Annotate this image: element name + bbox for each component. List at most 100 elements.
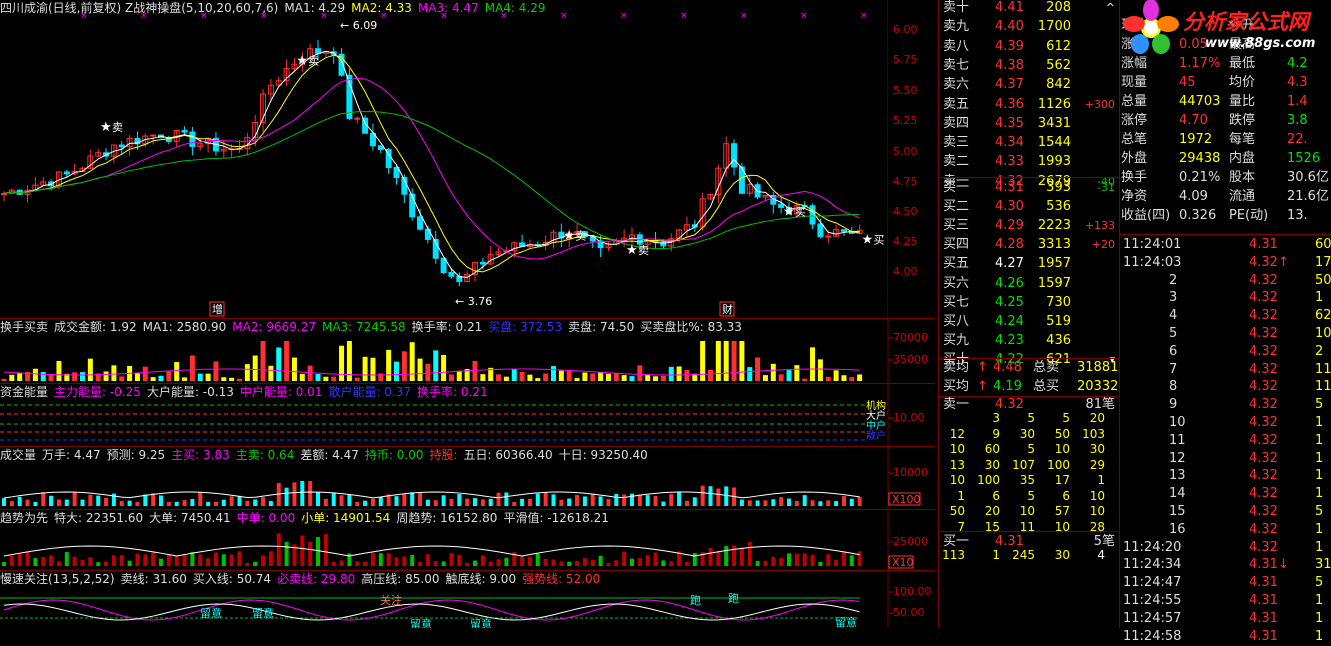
- quote-value: 1972: [1179, 132, 1213, 147]
- ask-row[interactable]: 卖三 4.34 1544: [941, 133, 1117, 152]
- volume-bar: [669, 494, 674, 506]
- trend-bar: [818, 561, 823, 566]
- level-label: 卖九: [943, 19, 970, 35]
- bid-row[interactable]: 买四 4.28 3313 +20: [941, 235, 1117, 254]
- trend-bar: [111, 555, 116, 566]
- queue-cell: 3: [992, 411, 1000, 425]
- ask-row[interactable]: 卖二 4.33 1993: [941, 152, 1117, 171]
- quote-value: 0.21%: [1179, 170, 1221, 185]
- trend-bar: [622, 551, 627, 566]
- turnover-bar: [276, 347, 282, 381]
- ask-row[interactable]: 卖六 4.37 842: [941, 75, 1117, 94]
- tick-price: 4.32: [1249, 343, 1278, 359]
- tick-row: 3 4.32 1: [1121, 289, 1331, 307]
- trend-bar: [418, 561, 423, 566]
- bid-row[interactable]: 买二 4.30 536: [941, 197, 1117, 216]
- quote-label: 总笔: [1121, 132, 1148, 147]
- bid-row[interactable]: 买一 4.31 393 -31: [941, 178, 1117, 197]
- volume-bar: [268, 501, 273, 506]
- tick-price: 4.31: [1249, 237, 1278, 252]
- bid-row[interactable]: 买六 4.26 1597: [941, 274, 1117, 293]
- volume-bar: [370, 498, 375, 506]
- tick-volume: 1: [1315, 450, 1324, 466]
- tick-row: 11:24:01 4.31 60: [1121, 236, 1331, 254]
- turnover-bar: [645, 374, 651, 381]
- ask-row[interactable]: 卖八 4.39 612: [941, 37, 1117, 56]
- volume-bar: [622, 494, 627, 506]
- volume-bar: [64, 499, 69, 506]
- turnover-bar: [331, 376, 337, 381]
- level-price: 4.27: [995, 256, 1024, 272]
- tick-row: 13 4.32 1: [1121, 467, 1331, 485]
- volume-bar: [653, 496, 658, 506]
- trend-bar: [386, 553, 391, 566]
- trend-bar: [182, 553, 187, 566]
- queue-cell: 1: [957, 488, 965, 503]
- ask-row[interactable]: 卖九 4.40 1700: [941, 17, 1117, 36]
- tick-row: 11:24:34 4.31↓ 31: [1121, 556, 1331, 574]
- volume-bar: [520, 498, 525, 506]
- ask-row[interactable]: 卖五 4.36 1126 +300: [941, 95, 1117, 114]
- trend-bar: [213, 552, 218, 566]
- volume-bar: [567, 498, 572, 506]
- turnover-bar: [48, 374, 54, 381]
- tick-time: 11:24:58: [1123, 628, 1182, 644]
- avg-row: 买均 ↑ 4.19 总买 20332: [941, 377, 1118, 396]
- quote-label-2: 股本: [1229, 170, 1256, 185]
- volume-bar: [684, 500, 689, 506]
- quote-panel: 现价今开涨跌0.05最高涨幅1.17%最低4.2现量45均价4.3总量44703…: [1119, 0, 1331, 644]
- bid-row[interactable]: 买九 4.23 436: [941, 331, 1117, 350]
- volume-bar: [488, 498, 493, 506]
- tick-row: 2 4.32 50: [1121, 272, 1331, 290]
- axis-tick-label: 10000: [893, 466, 928, 479]
- volume-bar: [590, 493, 595, 506]
- tick-price: 4.32: [1249, 486, 1278, 502]
- volume-bar: [206, 501, 211, 506]
- turnover-bar: [810, 347, 816, 381]
- volume-bar: [56, 499, 61, 506]
- tick-volume: 17: [1315, 254, 1331, 270]
- queue-cell: 100: [977, 473, 1000, 487]
- tick-price: 4.32: [1249, 539, 1278, 555]
- avg-price: 4.48: [993, 360, 1022, 375]
- trend-bar: [849, 555, 854, 566]
- tick-price: 4.31: [1249, 593, 1278, 608]
- logo-url: www.88gs.com: [1205, 36, 1316, 51]
- ask-row[interactable]: 卖十 4.41 208 ^: [941, 0, 1117, 17]
- queue-cell: 107: [1012, 457, 1035, 472]
- tick-price: 4.32: [1249, 450, 1278, 466]
- osc-label: 留意: [410, 617, 432, 628]
- tick-volume: 1: [1315, 521, 1324, 537]
- turnover-bar: [394, 361, 399, 381]
- turnover-bar: [857, 374, 863, 381]
- level-volume: 536: [1046, 199, 1071, 215]
- bid-row[interactable]: 买七 4.25 730: [941, 293, 1117, 312]
- avg-label: 卖均: [943, 360, 970, 375]
- queue-row: 3 5 5 20: [941, 410, 1117, 426]
- volume-bar: [198, 492, 203, 506]
- ask-row[interactable]: 卖七 4.38 562: [941, 56, 1117, 75]
- turnover-bar: [103, 371, 109, 381]
- trend-bar: [637, 558, 642, 566]
- quote-value-2: 4.3: [1287, 75, 1308, 90]
- volume-bar: [716, 488, 721, 506]
- trend-bar: [520, 556, 525, 566]
- turnover-bar: [456, 370, 462, 381]
- volume-bar: [637, 494, 642, 506]
- turnover-bar: [590, 373, 596, 381]
- turnover-bar: [339, 345, 345, 381]
- trend-bar: [9, 555, 14, 566]
- quote-row: 总量 44703 量比 1.4: [1121, 92, 1331, 111]
- bid-row[interactable]: 买五 4.27 1957: [941, 254, 1117, 273]
- turnover-bar: [543, 373, 549, 381]
- ask-row[interactable]: 卖四 4.35 3431: [941, 114, 1117, 133]
- turnover-bar: [849, 377, 855, 381]
- trend-bar: [378, 553, 383, 566]
- bid-row[interactable]: 买八 4.24 519: [941, 312, 1117, 331]
- trend-bar: [496, 559, 501, 566]
- trend-bar: [237, 551, 242, 566]
- level-change: -31: [1097, 181, 1115, 194]
- turnover-bar: [841, 375, 847, 381]
- bid-row[interactable]: 买三 4.29 2223 +133: [941, 216, 1117, 235]
- level-price: 4.37: [995, 77, 1024, 93]
